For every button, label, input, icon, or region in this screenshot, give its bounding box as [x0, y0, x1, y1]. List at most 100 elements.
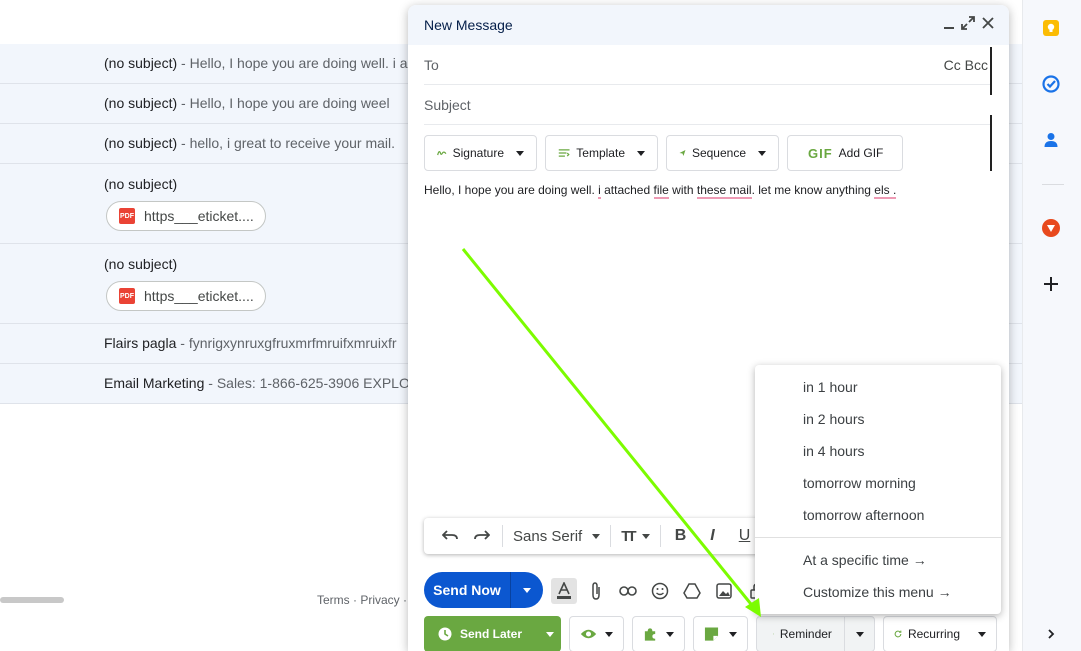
- chevron-down-icon: [637, 150, 645, 156]
- undo-icon[interactable]: [434, 518, 466, 554]
- notes-button[interactable]: [693, 616, 748, 651]
- misspelled-word[interactable]: these mail: [696, 183, 752, 199]
- mail-subject: (no subject): [104, 256, 178, 272]
- rail-divider: [1042, 184, 1064, 185]
- menu-item-in-2-hours[interactable]: in 2 hours: [803, 411, 864, 427]
- photo-icon[interactable]: [711, 578, 737, 604]
- attach-icon[interactable]: [583, 578, 609, 604]
- underline-icon: U: [738, 527, 751, 544]
- font-size-icon: TT: [621, 527, 636, 545]
- message-body[interactable]: Hello, I hope you are doing well. i atta…: [424, 183, 897, 199]
- add-addon-icon[interactable]: [1040, 273, 1062, 295]
- attachment-chip[interactable]: PDF https___eticket....: [106, 201, 266, 231]
- keep-icon[interactable]: [1040, 17, 1062, 39]
- to-field[interactable]: To Cc Bcc: [424, 45, 992, 85]
- attachment-name: https___eticket....: [144, 208, 254, 224]
- body-text: with: [668, 183, 697, 197]
- mail-subject: Email Marketing: [104, 375, 205, 391]
- send-plane-icon: [679, 150, 686, 156]
- redo-icon[interactable]: [466, 518, 498, 554]
- contacts-icon[interactable]: [1040, 129, 1062, 151]
- template-button[interactable]: Template: [545, 135, 658, 171]
- menu-item-customize[interactable]: Customize this menu →: [803, 584, 952, 600]
- expand-panel-icon[interactable]: [1040, 623, 1062, 645]
- reminder-button[interactable]: Reminder: [756, 616, 875, 651]
- font-family-value: Sans Serif: [513, 527, 583, 545]
- italic-button[interactable]: I: [697, 518, 729, 554]
- compose-title: New Message: [424, 17, 513, 33]
- note-icon: [704, 627, 719, 641]
- subject-field[interactable]: Subject: [424, 85, 992, 125]
- menu-item-in-4-hours[interactable]: in 4 hours: [803, 443, 864, 459]
- misspelled-word[interactable]: file: [653, 183, 669, 199]
- cc-bcc-link[interactable]: Cc Bcc: [944, 57, 988, 73]
- link-icon[interactable]: [615, 578, 641, 604]
- chevron-down-icon: [516, 150, 524, 156]
- puzzle-icon: [644, 628, 656, 641]
- gif-icon: GIF: [808, 145, 833, 161]
- tasks-icon[interactable]: [1040, 73, 1062, 95]
- misspelled-word[interactable]: els .: [874, 183, 897, 199]
- sequence-button[interactable]: Sequence: [666, 135, 779, 171]
- toolbar-divider: [659, 525, 661, 547]
- chevron-down-icon: [758, 150, 766, 156]
- to-label: To: [424, 56, 439, 73]
- mail-snippet: - Hello, I hope you are doing weel: [177, 95, 390, 111]
- bold-button[interactable]: B: [665, 518, 697, 554]
- formatting-options-icon[interactable]: [551, 578, 577, 604]
- bell-icon: [773, 633, 774, 635]
- extensions-button[interactable]: [632, 616, 685, 651]
- chevron-down-icon: [592, 533, 601, 539]
- send-later-label: Send Later: [460, 627, 523, 641]
- menu-item-specific-time[interactable]: At a specific time →: [803, 552, 927, 568]
- font-size-select[interactable]: TT: [615, 518, 655, 554]
- horizontal-scrollbar[interactable]: [0, 597, 64, 603]
- body-text: . let me know anything: [751, 183, 875, 197]
- chevron-down-icon: [523, 587, 531, 593]
- recurring-icon: [894, 630, 902, 638]
- menu-divider: [755, 537, 1001, 538]
- chevron-down-icon: [729, 631, 737, 637]
- text-cursor-bar: [990, 115, 992, 171]
- chevron-down-icon: [641, 533, 650, 539]
- reminder-label: Reminder: [779, 627, 832, 641]
- compose-header[interactable]: New Message: [408, 5, 1009, 45]
- mail-subject: (no subject): [104, 55, 178, 71]
- add-gif-button[interactable]: GIF Add GIF: [787, 135, 903, 171]
- drive-icon[interactable]: [679, 578, 705, 604]
- chevron-down-icon[interactable]: [856, 631, 864, 637]
- send-later-button[interactable]: Send Later: [424, 616, 561, 651]
- menu-item-in-1-hour[interactable]: in 1 hour: [803, 379, 857, 395]
- eye-icon: [580, 629, 597, 639]
- footer-links[interactable]: Terms · Privacy ·: [317, 593, 407, 607]
- add-gif-label: Add GIF: [838, 146, 884, 160]
- fullscreen-icon[interactable]: [960, 16, 976, 32]
- menu-item-tomorrow-afternoon[interactable]: tomorrow afternoon: [803, 507, 924, 523]
- emoji-icon[interactable]: [647, 578, 673, 604]
- body-text: attached: [600, 183, 654, 197]
- signature-button[interactable]: Signature: [424, 135, 537, 171]
- mail-snippet: - fynrigxynruxgfruxmrfmruifxmruixfr: [176, 335, 397, 351]
- chevron-down-icon[interactable]: [546, 631, 555, 637]
- recurring-button[interactable]: Recurring: [883, 616, 997, 651]
- send-options-button[interactable]: [511, 587, 543, 593]
- subject-placeholder: Subject: [424, 96, 471, 113]
- pdf-icon: PDF: [119, 288, 135, 304]
- italic-icon: I: [710, 527, 715, 544]
- mail-snippet: - hello, i great to receive your mail.: [177, 135, 396, 151]
- minimize-icon[interactable]: [941, 16, 957, 32]
- close-icon[interactable]: [980, 16, 996, 32]
- mail-subject: Flairs pagla: [104, 335, 177, 351]
- attachment-chip[interactable]: PDF https___eticket....: [106, 281, 266, 311]
- send-now-button[interactable]: Send Now: [424, 572, 543, 608]
- font-family-select[interactable]: Sans Serif: [507, 518, 606, 554]
- chevron-down-icon: [978, 631, 986, 637]
- menu-item-tomorrow-morning[interactable]: tomorrow morning: [803, 475, 916, 491]
- mail-subject: (no subject): [104, 135, 178, 151]
- recurring-label: Recurring: [907, 627, 960, 641]
- signature-icon: [437, 151, 447, 156]
- side-panel-rail: [1022, 0, 1081, 651]
- tracking-button[interactable]: [569, 616, 624, 651]
- chevron-down-icon: [666, 631, 674, 637]
- addon-icon[interactable]: [1040, 217, 1062, 239]
